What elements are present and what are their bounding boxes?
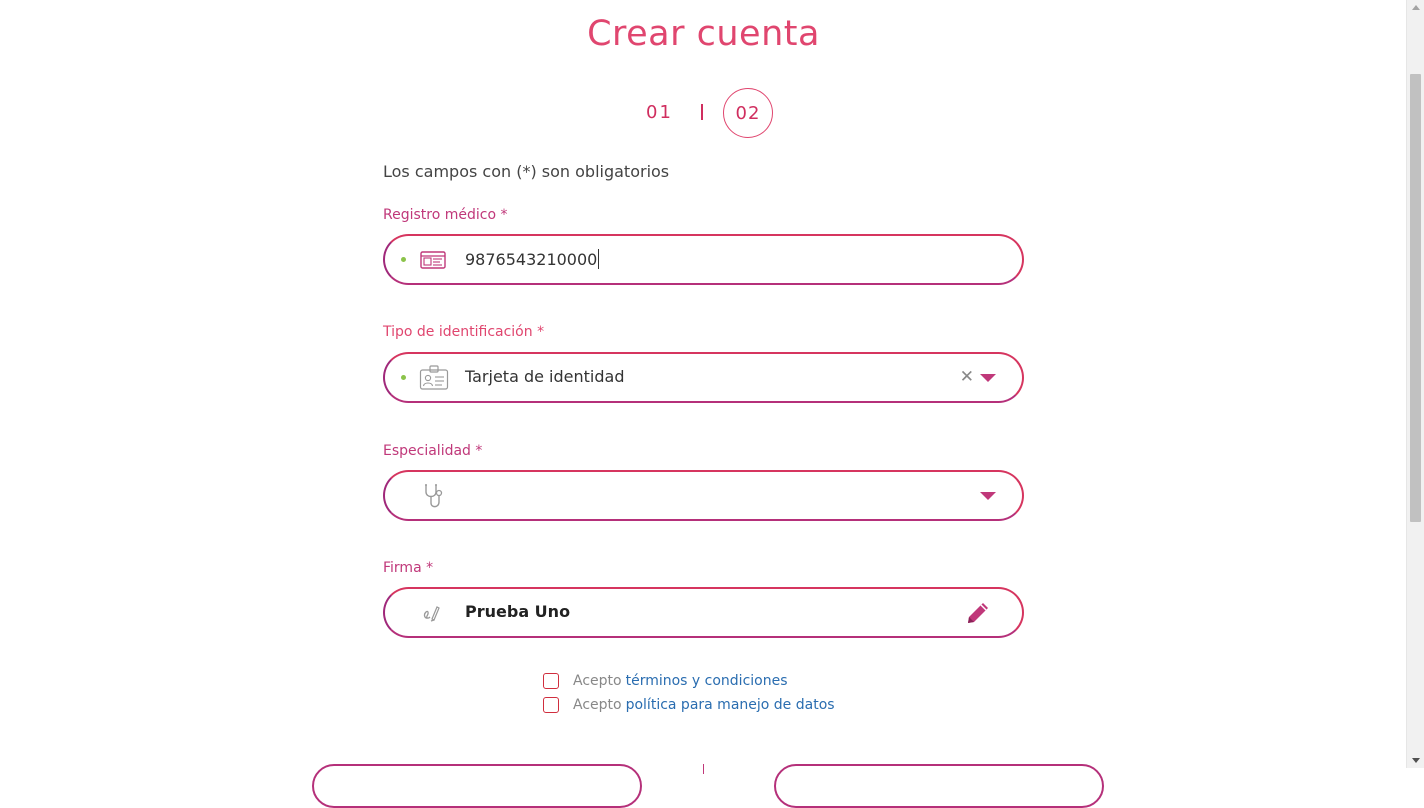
registro-medico-value: 9876543210000 xyxy=(465,250,598,269)
submit-button[interactable] xyxy=(774,764,1104,808)
tipo-identificacion-select[interactable]: Tarjeta de identidad ✕ xyxy=(383,352,1024,403)
valid-indicator xyxy=(401,257,406,262)
firma-value: Prueba Uno xyxy=(465,602,571,621)
scroll-thumb[interactable] xyxy=(1410,74,1421,522)
privacy-checkbox[interactable] xyxy=(543,697,559,713)
scroll-up-icon[interactable] xyxy=(1412,5,1420,10)
valid-indicator xyxy=(401,375,406,380)
chevron-down-icon[interactable] xyxy=(980,374,996,382)
step-separator xyxy=(701,104,703,120)
signature-icon xyxy=(419,599,449,627)
terms-link[interactable]: términos y condiciones xyxy=(626,673,788,689)
tipo-identificacion-value: Tarjeta de identidad xyxy=(465,367,625,386)
id-badge-icon xyxy=(419,364,449,392)
stethoscope-icon xyxy=(419,482,449,510)
registro-medico-field[interactable]: 9876543210000 xyxy=(383,234,1024,285)
firma-field[interactable]: Prueba Uno xyxy=(383,587,1024,638)
vertical-scrollbar[interactable] xyxy=(1406,0,1424,768)
pencil-icon[interactable] xyxy=(964,599,992,627)
chevron-down-icon[interactable] xyxy=(980,492,996,500)
step-2-indicator: 02 xyxy=(723,88,773,138)
especialidad-label: Especialidad * xyxy=(383,443,483,459)
stepper: 01 02 xyxy=(640,88,780,138)
back-button[interactable] xyxy=(312,764,642,808)
scroll-down-icon[interactable] xyxy=(1412,758,1420,763)
page-title: Crear cuenta xyxy=(587,14,820,54)
privacy-link[interactable]: política para manejo de datos xyxy=(626,697,835,713)
especialidad-select[interactable] xyxy=(383,470,1024,521)
registro-medico-label: Registro médico * xyxy=(383,207,508,223)
registro-medico-input[interactable]: 9876543210000 xyxy=(465,249,600,269)
privacy-prefix: Acepto xyxy=(573,697,622,713)
terms-checkbox[interactable] xyxy=(543,673,559,689)
terms-prefix: Acepto xyxy=(573,673,622,689)
firma-label: Firma * xyxy=(383,560,434,576)
button-divider xyxy=(703,764,704,774)
required-fields-note: Los campos con (*) son obligatorios xyxy=(383,162,670,181)
create-account-page: Crear cuenta 01 02 Los campos con (*) so… xyxy=(0,0,1407,808)
terms-row: Acepto términos y condiciones xyxy=(543,671,788,691)
tipo-identificacion-label: Tipo de identificación * xyxy=(383,324,545,340)
step-1-indicator[interactable]: 01 xyxy=(646,102,673,123)
text-caret xyxy=(598,249,600,269)
clear-icon[interactable]: ✕ xyxy=(960,367,974,387)
medical-card-icon xyxy=(419,246,449,274)
privacy-row: Acepto política para manejo de datos xyxy=(543,695,835,715)
